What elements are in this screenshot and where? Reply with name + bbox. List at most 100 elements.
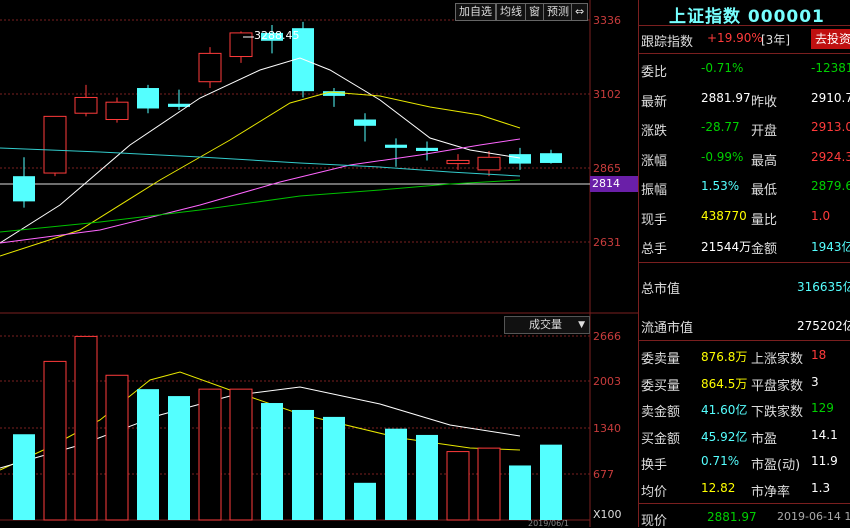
quote-row: 委比 -0.71% -12381 [639, 57, 850, 81]
volume-tick: 2003 [593, 375, 621, 388]
row-label: 涨幅 [641, 153, 668, 169]
price-tick: 2631 [593, 236, 621, 249]
float-cap-value: 275202亿 [797, 319, 850, 333]
high-label: 3288.45 [254, 29, 300, 42]
market-cap-row: 总市值 316635亿 [639, 274, 850, 298]
quote-row: 振幅 1.53% 最低 2879.6 [639, 175, 850, 199]
candle-body [198, 52, 222, 83]
add-favorite-button[interactable]: 加自选 [455, 3, 496, 21]
candle-body [354, 119, 376, 126]
volume-bar [13, 434, 35, 520]
candle-body [137, 88, 159, 109]
row-value-2: 1.0 [811, 208, 831, 223]
ma-line-button[interactable]: 均线 [496, 3, 526, 21]
row-label-2: 量比 [751, 212, 778, 228]
row-label: 现手 [641, 212, 668, 228]
volume-bar [540, 444, 562, 520]
quote-row: 涨幅 -0.99% 最高 2924.3 [639, 146, 850, 170]
footer-row: 现价 2881.97 2019-06-14 1 [639, 506, 850, 527]
row-value-2: 2910.7 [811, 90, 850, 105]
row-value: -0.71% [701, 61, 744, 75]
quote-row: 买金额 45.92亿 市盈 14.1 [639, 424, 850, 448]
row-label: 买金额 [641, 431, 681, 447]
row-label-2: 市盈 [751, 431, 778, 447]
row-value: 12.82 [701, 480, 736, 495]
row-label-2: 最低 [751, 183, 778, 198]
window-button[interactable]: 窗 [525, 3, 544, 21]
row-value-2: 2913.0 [811, 120, 850, 134]
footer-price: 2881.97 [707, 510, 757, 524]
volume-bar [74, 335, 98, 521]
row-value-2: 1.3 [811, 480, 831, 495]
volume-bar [198, 388, 222, 521]
candle-body [43, 115, 67, 174]
divider [639, 262, 850, 263]
footer-label: 现价 [641, 514, 668, 527]
volume-bars-group [13, 335, 562, 521]
track-value: +19.90% [707, 31, 763, 45]
row-label-2: 最高 [751, 153, 778, 169]
candle-body [509, 154, 531, 164]
volume-bar [137, 389, 159, 520]
row-value: 45.92亿 [701, 429, 748, 444]
index-title: 上证指数 000001 [669, 7, 825, 27]
row-label-2: 昨收 [751, 94, 778, 110]
volume-dropdown-label: 成交量 [529, 318, 562, 331]
row-label: 换手 [641, 458, 668, 473]
candle-body [13, 176, 35, 202]
volume-bar [292, 409, 314, 520]
row-value-2: 1943亿 [811, 240, 850, 254]
row-label-2: 下跌家数 [751, 405, 804, 420]
row-label-2: 市盈(动) [751, 458, 801, 473]
candle-body [416, 147, 438, 151]
row-value: 876.8万 [701, 350, 748, 364]
row-value-2: 11.9 [811, 454, 838, 468]
volume-unit: X100 [593, 508, 622, 521]
row-value-2: 2924.3 [811, 149, 850, 164]
volume-indicator-dropdown[interactable]: 成交量 ▼ [504, 316, 590, 334]
expand-icon[interactable]: ⇔ [571, 3, 589, 21]
row-label-2: 市净率 [751, 484, 791, 500]
row-value-2: 3 [811, 374, 819, 389]
price-tick: 2865 [593, 162, 621, 175]
track-period[interactable]: [3年] [761, 31, 790, 48]
divider [639, 503, 850, 504]
footer-date: 2019-06-14 1 [777, 510, 850, 523]
row-value: 864.5万 [701, 376, 748, 391]
forecast-button[interactable]: 预测 [543, 3, 573, 21]
candlestick-chart-area[interactable]: 加自选 均线 窗 预测 ⇔ 3288.45 3336 3102 2865 263… [0, 0, 640, 528]
track-label: 跟踪指数 [641, 35, 694, 50]
volume-bar [477, 447, 501, 521]
volume-bar [509, 465, 531, 520]
quote-row: 涨跌 -28.77 开盘 2913.0 [639, 116, 850, 140]
ma10-line [0, 91, 521, 257]
divider [639, 53, 850, 54]
row-value-2: 18 [811, 348, 827, 362]
row-label-2: 上涨家数 [751, 352, 804, 367]
candle-body [540, 153, 562, 163]
row-value: 0.71% [701, 454, 740, 468]
row-label: 委卖量 [641, 352, 681, 367]
row-value: 21544万 [701, 240, 752, 254]
volume-bar [229, 388, 253, 521]
candle-body [105, 101, 129, 121]
market-cap-value: 316635亿 [797, 280, 850, 294]
quote-row: 换手 0.71% 市盈(动) 11.9 [639, 450, 850, 474]
row-label: 卖金额 [641, 405, 681, 420]
row-value-2: 2879.6 [811, 179, 850, 193]
quote-row: 委买量 864.5万 平盘家数 3 [639, 371, 850, 395]
ma-long-line [0, 147, 521, 177]
candle-body [74, 96, 98, 114]
candle-body [229, 32, 253, 58]
price-tick: 3336 [593, 14, 621, 27]
price-tick: 3102 [593, 88, 621, 101]
invest-button[interactable]: 去投资 [811, 29, 850, 49]
row-value: 2881.97 [701, 90, 751, 105]
row-label-2: 金额 [751, 242, 778, 257]
row-label: 最新 [641, 94, 668, 110]
chart-canvas[interactable] [0, 0, 638, 527]
row-value: -0.99% [701, 149, 744, 164]
volume-tick: 1340 [593, 422, 621, 435]
volume-bar [416, 434, 438, 520]
candle-body [477, 156, 501, 171]
